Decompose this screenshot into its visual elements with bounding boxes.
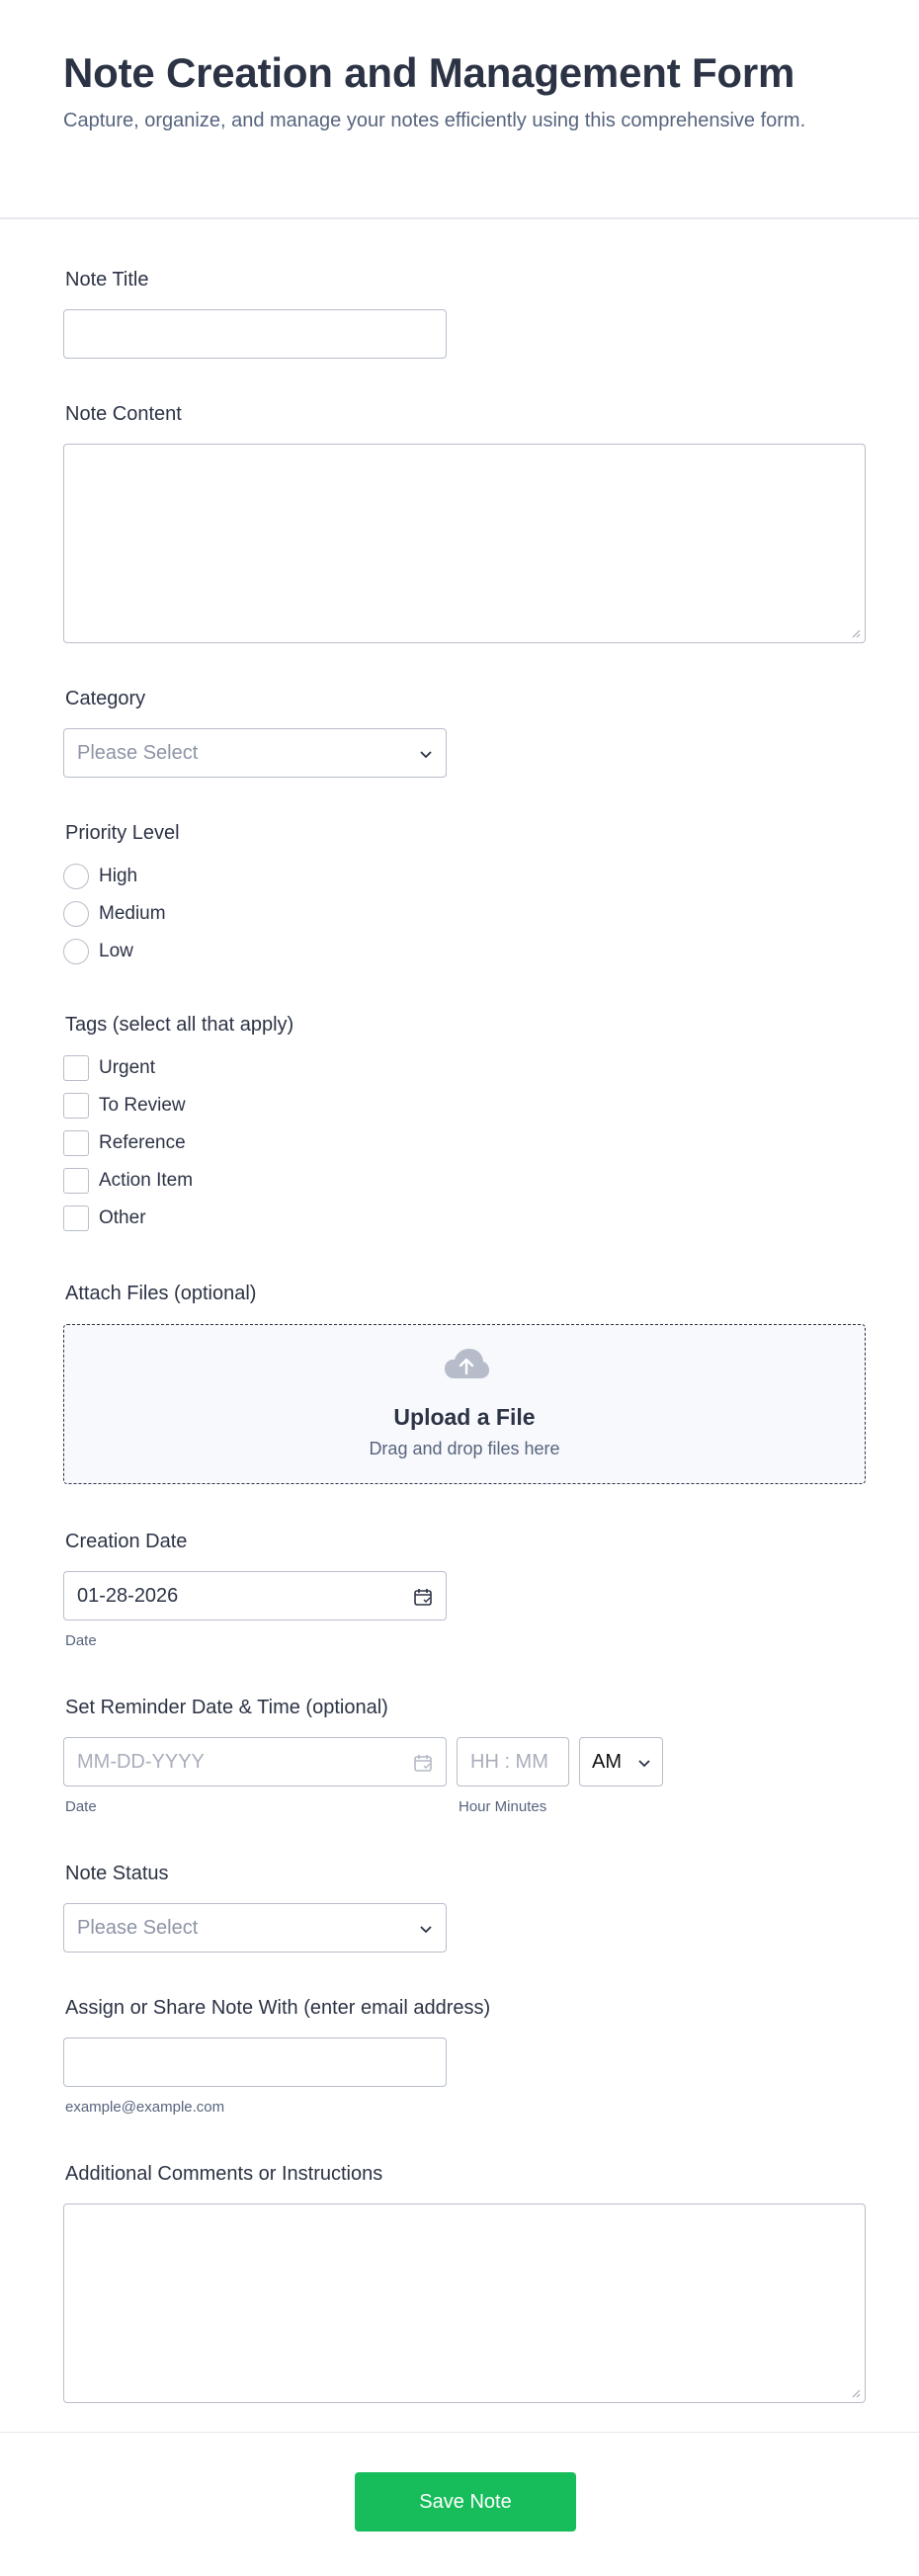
- checkbox[interactable]: [63, 1130, 89, 1156]
- ampm-value: AM: [592, 1751, 622, 1773]
- tag-option-action-item[interactable]: Action Item: [63, 1167, 193, 1195]
- calendar-icon[interactable]: [413, 1753, 433, 1773]
- page-title: Note Creation and Management Form: [63, 49, 795, 96]
- reminder-date-placeholder: MM-DD-YYYY: [77, 1751, 205, 1773]
- category-label: Category: [65, 688, 146, 709]
- tags-label: Tags (select all that apply): [65, 1014, 294, 1036]
- chevron-down-icon: [420, 1926, 432, 1934]
- creation-date-sublabel: Date: [65, 1632, 97, 1649]
- resize-handle-icon[interactable]: [851, 2388, 861, 2398]
- tag-option-label: To Review: [99, 1095, 186, 1116]
- checkbox[interactable]: [63, 1205, 89, 1231]
- cloud-upload-icon: [445, 1349, 489, 1378]
- priority-option-label: Medium: [99, 903, 166, 924]
- note-title-label: Note Title: [65, 269, 149, 291]
- note-status-label: Note Status: [65, 1863, 169, 1884]
- tag-option-label: Action Item: [99, 1170, 194, 1191]
- priority-option-low[interactable]: Low: [63, 938, 133, 965]
- attach-files-label: Attach Files (optional): [65, 1283, 257, 1304]
- assign-email-input[interactable]: [63, 2037, 447, 2087]
- checkbox[interactable]: [63, 1168, 89, 1194]
- ampm-select[interactable]: AM: [579, 1737, 663, 1787]
- note-title-input[interactable]: [63, 309, 447, 359]
- checkbox[interactable]: [63, 1093, 89, 1119]
- comments-label: Additional Comments or Instructions: [65, 2163, 383, 2185]
- checkbox[interactable]: [63, 1055, 89, 1081]
- note-status-placeholder: Please Select: [77, 1917, 199, 1939]
- creation-date-label: Creation Date: [65, 1531, 188, 1552]
- priority-option-label: High: [99, 866, 138, 886]
- save-note-button[interactable]: Save Note: [355, 2472, 576, 2532]
- resize-handle-icon[interactable]: [851, 628, 861, 638]
- tag-option-label: Reference: [99, 1132, 186, 1153]
- tag-option-urgent[interactable]: Urgent: [63, 1054, 155, 1082]
- file-upload-dropzone[interactable]: Upload a File Drag and drop files here: [63, 1324, 866, 1484]
- creation-date-value: 01-28-2026: [77, 1585, 179, 1607]
- calendar-icon[interactable]: [413, 1587, 433, 1607]
- reminder-date-sublabel: Date: [65, 1798, 97, 1815]
- tag-option-label: Urgent: [99, 1057, 156, 1078]
- priority-label: Priority Level: [65, 822, 180, 844]
- comments-textarea[interactable]: [63, 2203, 866, 2403]
- chevron-down-icon: [420, 751, 432, 759]
- tag-option-label: Other: [99, 1207, 146, 1228]
- tag-option-reference[interactable]: Reference: [63, 1129, 186, 1157]
- creation-date-input[interactable]: 01-28-2026: [63, 1571, 447, 1620]
- reminder-time-input[interactable]: HH : MM: [457, 1737, 569, 1787]
- tag-option-to-review[interactable]: To Review: [63, 1092, 186, 1120]
- tag-option-other[interactable]: Other: [63, 1205, 146, 1232]
- priority-option-high[interactable]: High: [63, 863, 137, 890]
- radio-button[interactable]: [63, 901, 89, 927]
- page-subtitle: Capture, organize, and manage your notes…: [63, 110, 806, 131]
- assign-email-sublabel: example@example.com: [65, 2099, 225, 2116]
- priority-option-medium[interactable]: Medium: [63, 900, 166, 928]
- reminder-time-sublabel: Hour Minutes: [459, 1798, 547, 1815]
- chevron-down-icon: [638, 1760, 650, 1768]
- note-status-select[interactable]: Please Select: [63, 1903, 447, 1953]
- category-placeholder: Please Select: [77, 742, 199, 764]
- form-footer: Save Note: [0, 2432, 919, 2576]
- priority-option-label: Low: [99, 941, 133, 961]
- reminder-time-placeholder: HH : MM: [470, 1751, 548, 1773]
- reminder-date-input[interactable]: MM-DD-YYYY: [63, 1737, 447, 1787]
- radio-button[interactable]: [63, 939, 89, 964]
- assign-label: Assign or Share Note With (enter email a…: [65, 1997, 491, 2019]
- radio-button[interactable]: [63, 864, 89, 889]
- upload-title: Upload a File: [393, 1404, 536, 1430]
- upload-subtitle: Drag and drop files here: [369, 1439, 560, 1458]
- category-select[interactable]: Please Select: [63, 728, 447, 778]
- note-content-label: Note Content: [65, 403, 182, 425]
- reminder-label: Set Reminder Date & Time (optional): [65, 1697, 388, 1718]
- form-header: Note Creation and Management Form Captur…: [0, 0, 919, 219]
- note-content-textarea[interactable]: [63, 444, 866, 643]
